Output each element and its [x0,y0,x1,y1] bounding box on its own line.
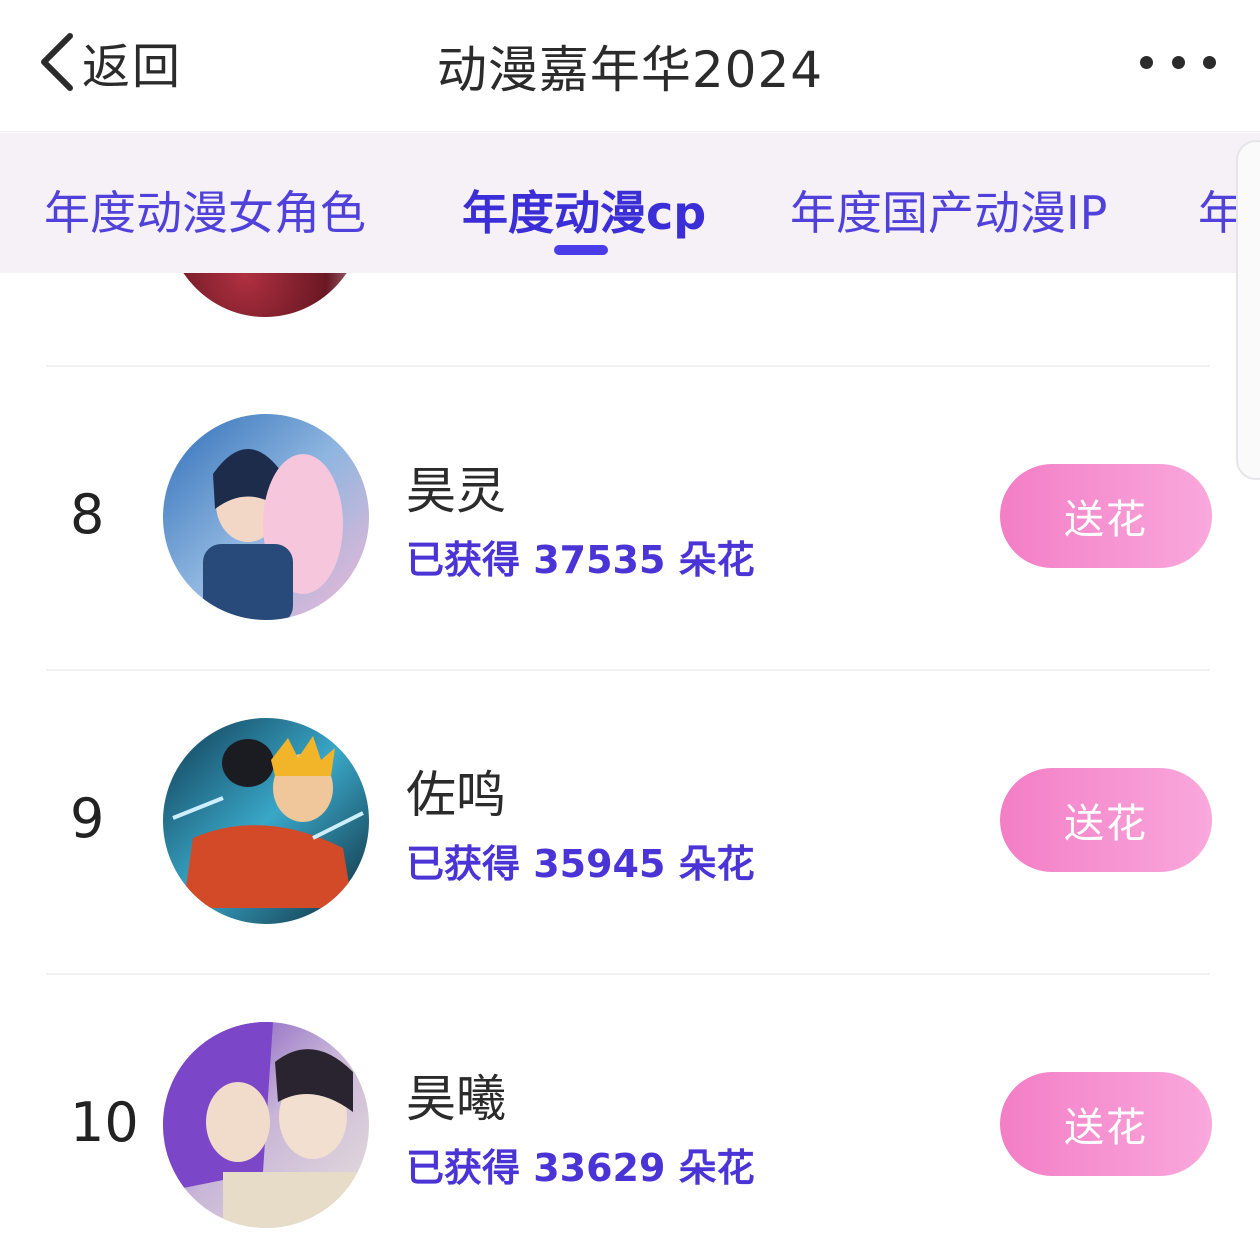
avatar-image [163,1022,369,1228]
item-name: 昊曦 [406,1070,506,1128]
more-dot-icon [1203,55,1216,69]
avatar-image [163,718,369,924]
more-dot-icon [1140,55,1153,69]
item-name: 昊灵 [406,462,506,520]
rank-number: 9 [70,787,105,850]
active-tab-indicator [554,245,608,255]
send-flower-button[interactable]: 送花 [1000,768,1212,872]
category-tabs: 年度动漫女角色 年度动漫cp 年度国产动漫IP 年度 [0,133,1260,273]
send-flower-button[interactable]: 送花 [1000,464,1212,568]
list-item: 10 昊曦 已获得 33629 朵花 送花 [0,973,1260,1259]
avatar [165,273,365,317]
rank-number: 10 [70,1091,139,1154]
flower-count: 已获得 35945 朵花 [406,842,755,886]
top-bar: 返回 动漫嘉年华2024 [0,0,1260,132]
tab-female-character[interactable]: 年度动漫女角色 [44,177,366,243]
send-flower-button[interactable]: 送花 [1000,1072,1212,1176]
list-item: 9 佐鸣 已获得 35945 朵花 送花 [0,669,1260,969]
page-title: 动漫嘉年华2024 [436,41,824,99]
tab-domestic-ip[interactable]: 年度国产动漫IP [790,177,1107,243]
more-button[interactable] [1140,44,1216,80]
ranking-list: 8 昊灵 已获得 37535 朵花 送花 9 佐鸣 已获得 35945 朵花 送… [0,273,1260,1259]
rank-number: 8 [70,483,105,546]
avatar [163,1022,369,1228]
more-dot-icon [1171,55,1185,69]
flower-count: 已获得 37535 朵花 [406,538,755,582]
item-name: 佐鸣 [406,766,506,824]
avatar [163,718,369,924]
tab-cp[interactable]: 年度动漫cp [462,177,706,243]
list-item: 8 昊灵 已获得 37535 朵花 送花 [0,365,1260,665]
avatar-image [163,414,369,620]
avatar [163,414,369,620]
flower-count: 已获得 33629 朵花 [406,1146,755,1190]
